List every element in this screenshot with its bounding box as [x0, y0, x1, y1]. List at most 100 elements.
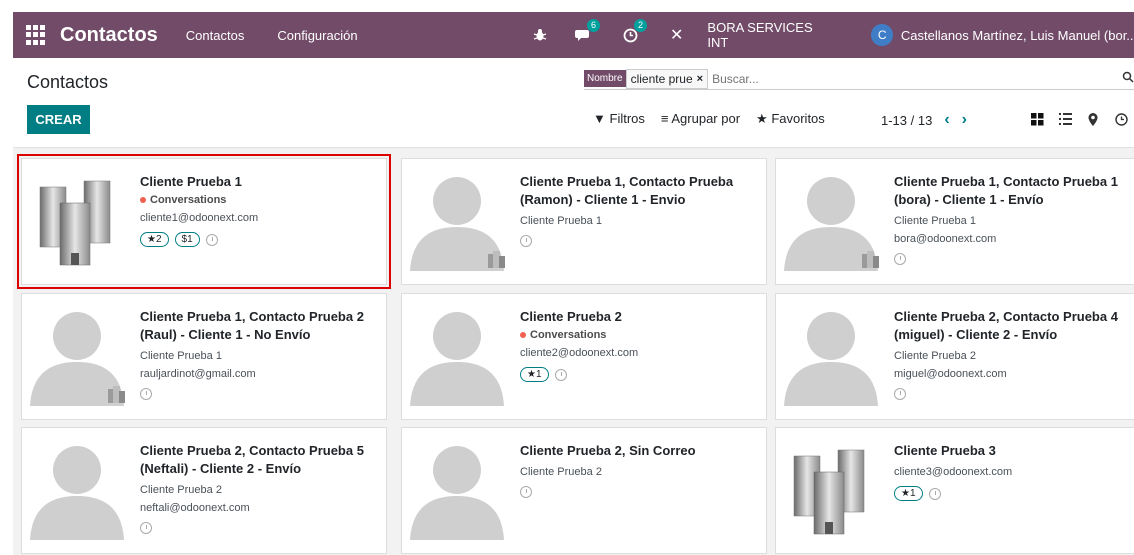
search-facet-label: Nombre	[584, 70, 626, 87]
category-tag: Conversations	[140, 194, 380, 206]
list-view-icon[interactable]	[1053, 108, 1077, 130]
filter-icon: ▼	[593, 111, 606, 126]
map-view-icon[interactable]	[1081, 108, 1105, 130]
filters-label: Filtros	[609, 111, 645, 126]
opportunities-pill[interactable]: ★1	[520, 367, 549, 382]
contact-name: Cliente Prueba 1, Contacto Prueba 1 (bor…	[894, 174, 1118, 207]
opportunities-pill[interactable]: ★2	[140, 232, 169, 247]
tag-color-dot	[520, 332, 526, 338]
pager: 1-13 / 13 ‹ ›	[881, 111, 967, 129]
activity-clock-icon[interactable]	[520, 235, 532, 247]
company-switcher[interactable]: BORA SERVICES INT	[707, 20, 833, 50]
contact-name: Cliente Prueba 2	[520, 309, 622, 324]
search-facet: cliente prue ×	[625, 68, 709, 89]
apps-menu-icon[interactable]	[26, 25, 46, 45]
tag-color-dot	[140, 197, 146, 203]
activity-view-icon[interactable]	[1109, 108, 1133, 130]
parent-company: Cliente Prueba 1	[894, 215, 976, 227]
card-icons	[520, 235, 760, 247]
kanban-view-icon[interactable]	[1025, 108, 1049, 130]
contact-name: Cliente Prueba 2, Sin Correo	[520, 443, 696, 458]
activity-clock-icon[interactable]	[140, 388, 152, 400]
menu-contactos[interactable]: Contactos	[186, 28, 245, 43]
activity-clock-icon[interactable]: 2	[623, 18, 647, 43]
menu-configuracion[interactable]: Configuración	[277, 28, 357, 43]
parent-company: Cliente Prueba 2	[140, 484, 222, 496]
bars-icon: ≡	[660, 111, 669, 126]
systray: 6 2 ✕ BORA SERVICES INT C Castellanos Ma…	[533, 12, 1134, 58]
favorites-button[interactable]: ★ Favoritos	[756, 111, 825, 127]
chat-icon[interactable]: 6	[575, 19, 600, 42]
contact-card[interactable]: Cliente Prueba 1, Contacto Prueba 1 (bor…	[775, 158, 1134, 285]
search-input[interactable]	[712, 71, 1043, 86]
contact-card[interactable]: Cliente Prueba 2, Contacto Prueba 5 (Nef…	[21, 427, 387, 554]
opportunities-pill[interactable]: ★1	[894, 486, 923, 501]
contact-avatar	[776, 294, 886, 406]
app-title[interactable]: Contactos	[60, 24, 158, 47]
activity-clock-icon[interactable]	[894, 388, 906, 400]
activity-clock-icon[interactable]	[928, 487, 941, 500]
contact-email: neftali@odoonext.com	[140, 502, 250, 514]
activity-clock-icon[interactable]	[554, 368, 567, 381]
contact-email: cliente1@odoonext.com	[140, 212, 259, 224]
contact-avatar	[402, 294, 512, 406]
user-menu[interactable]: Castellanos Martínez, Luis Manuel (bor..…	[901, 28, 1134, 43]
sales-pill[interactable]: $1	[174, 232, 200, 247]
card-icons: ★1	[894, 486, 1134, 501]
card-body: Cliente Prueba 3 cliente3@odoonext.com ★1	[894, 442, 1134, 501]
search-options: ▼ Filtros ≡ Agrupar por ★ Favoritos	[593, 111, 841, 127]
contact-name: Cliente Prueba 1	[140, 174, 242, 189]
category-tag: Conversations	[520, 329, 760, 341]
contact-card[interactable]: Cliente Prueba 1 Conversations cliente1@od…	[17, 154, 391, 289]
contact-email: bora@odoonext.com	[894, 233, 997, 245]
card-icons	[140, 522, 380, 534]
kanban-view: Cliente Prueba 1 Conversations cliente1@od…	[13, 148, 1134, 555]
contact-name: Cliente Prueba 2, Contacto Prueba 5 (Nef…	[140, 443, 364, 476]
user-avatar[interactable]: C	[871, 24, 893, 46]
control-panel: Contactos CREAR Nombre cliente prue × ▼ …	[13, 58, 1134, 148]
tools-close-icon[interactable]: ✕	[670, 25, 683, 45]
card-icons: ★1	[520, 367, 760, 382]
star-icon: ★	[756, 111, 768, 126]
contact-card[interactable]: Cliente Prueba 2, Sin Correo Cliente Prue…	[401, 427, 767, 554]
activity-clock-icon[interactable]	[205, 233, 218, 246]
pager-next-icon[interactable]: ›	[962, 111, 967, 129]
contact-card[interactable]: Cliente Prueba 3 cliente3@odoonext.com ★1	[775, 427, 1134, 554]
parent-company: Cliente Prueba 1	[520, 215, 602, 227]
card-icons	[140, 388, 380, 400]
contact-avatar	[402, 428, 512, 540]
contact-avatar	[402, 159, 512, 271]
activity-clock-icon[interactable]	[520, 486, 532, 498]
contact-name: Cliente Prueba 2, Contacto Prueba 4 (mig…	[894, 309, 1118, 342]
contact-avatar	[22, 428, 132, 540]
search-icon[interactable]	[1122, 70, 1134, 86]
filters-button[interactable]: ▼ Filtros	[593, 111, 645, 127]
pager-previous-icon[interactable]: ‹	[944, 111, 949, 129]
card-body: Cliente Prueba 1, Contacto Prueba (Ramon…	[520, 173, 760, 247]
remove-facet-icon[interactable]: ×	[697, 73, 703, 85]
parent-company: Cliente Prueba 2	[894, 350, 976, 362]
company-image	[22, 159, 132, 271]
pager-value[interactable]: 1-13 / 13	[881, 113, 932, 128]
card-icons	[520, 486, 760, 498]
create-button[interactable]: CREAR	[27, 105, 90, 134]
group-by-button[interactable]: ≡ Agrupar por	[661, 111, 740, 127]
contact-card[interactable]: Cliente Prueba 1, Contacto Prueba 2 (Rau…	[21, 293, 387, 420]
tag-label: Conversations	[150, 194, 227, 206]
activity-clock-icon[interactable]	[140, 522, 152, 534]
card-body: Cliente Prueba 2, Sin Correo Cliente Prue…	[520, 442, 760, 498]
activity-clock-icon[interactable]	[894, 253, 906, 265]
search-facet-value: cliente prue	[630, 71, 693, 86]
navbar: Contactos Contactos Configuración 6 2 ✕ …	[13, 12, 1134, 58]
contact-name: Cliente Prueba 3	[894, 443, 996, 458]
contact-card[interactable]: Cliente Prueba 1, Contacto Prueba (Ramon…	[401, 158, 767, 285]
group-by-label: Agrupar por	[671, 111, 741, 126]
contact-email: cliente3@odoonext.com	[894, 466, 1013, 478]
company-image	[776, 428, 886, 540]
debug-bug-icon[interactable]	[533, 28, 547, 42]
contact-card[interactable]: Cliente Prueba 2 Conversations cliente2@od…	[401, 293, 767, 420]
search-bar: Nombre cliente prue ×	[584, 68, 1134, 90]
contact-card[interactable]: Cliente Prueba 2, Contacto Prueba 4 (mig…	[775, 293, 1134, 420]
card-icons: ★2 $1	[140, 232, 380, 247]
contact-avatar	[22, 294, 132, 406]
